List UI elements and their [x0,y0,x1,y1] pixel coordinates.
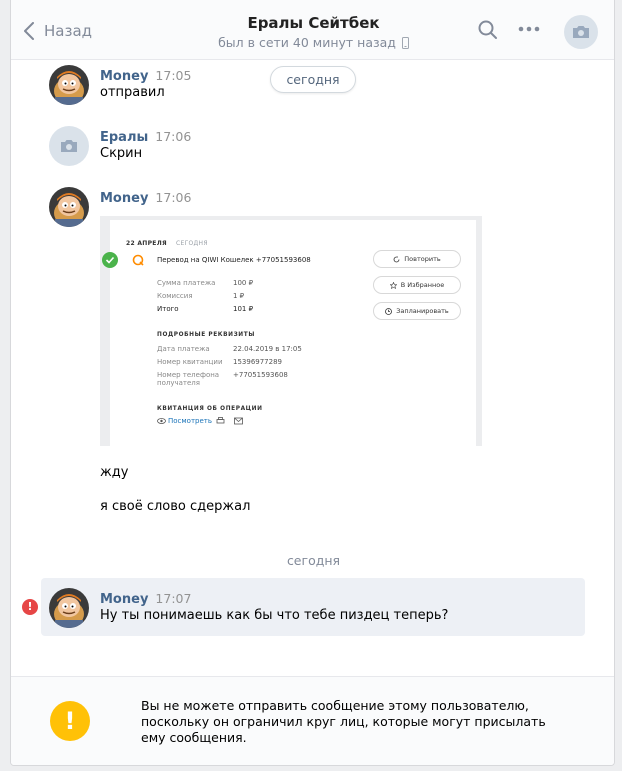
back-button[interactable]: Назад [24,19,92,43]
warning-icon: ! [50,701,90,741]
chat-title: Ералы Сейтбек [247,14,380,32]
avatar[interactable] [49,187,89,227]
detail-label: Номер квитанции [157,358,223,366]
chat-status: был в сети 40 минут назад [218,35,409,51]
last-seen-text: был в сети 40 минут назад [218,35,396,50]
chat-title-block[interactable]: Ералы Сейтбек был в сети 40 минут назад [161,14,466,51]
composer-blocked-notice: ! Вы не можете отправить сообщение этому… [11,676,614,765]
message-text: Скрин [100,146,143,161]
message-text: жду [100,465,129,480]
avatar[interactable] [49,126,89,166]
author-name[interactable]: Ералы [100,130,148,145]
author-name[interactable]: Money [100,69,148,84]
selected-message-highlight[interactable] [41,578,585,636]
cartman-avatar-icon [49,65,89,105]
message-text: отправил [100,85,165,100]
notice-text: Вы не можете отправить сообщение этому п… [141,698,546,745]
detail-value: 22.04.2019 в 17:05 [233,345,302,353]
message-text: Ну ты понимаешь как бы что тебе пиздец т… [100,608,449,623]
detail-label: Номер телефона [157,371,220,379]
message-text: я своё слово сдержал [100,499,251,514]
row-label: Комиссия [157,292,193,300]
date-divider: сегодня [286,553,341,568]
search-icon[interactable] [478,20,498,40]
receipt-date: 22 АПРЕЛЯ [126,240,167,247]
avatar[interactable] [49,588,89,628]
mobile-icon [401,37,409,49]
row-value: 1 ₽ [233,292,245,300]
message-time[interactable]: 17:06 [155,190,191,205]
mail-icon[interactable] [234,417,243,425]
schedule-button[interactable]: Запланировать [373,302,461,320]
camera-icon [573,26,589,38]
author-name[interactable]: Money [100,592,148,607]
detail-value: +77051593608 [233,371,288,379]
cartman-avatar-icon [49,187,89,227]
transfer-title: Перевод на QIWI Кошелек +77051593608 [157,256,311,264]
eye-icon [157,418,166,424]
schedule-label: Запланировать [396,307,449,315]
receipt-section-title: КВИТАНЦИЯ ОБ ОПЕРАЦИИ [157,406,263,412]
camera-icon [61,140,77,152]
row-value: 100 ₽ [233,279,254,287]
message-time[interactable]: 17:06 [155,129,191,144]
message-header: Ералы 17:06 [100,126,191,145]
back-label: Назад [44,22,93,40]
favorite-button[interactable]: В Избранное [373,276,461,294]
more-icon[interactable] [518,26,540,32]
message-time[interactable]: 17:07 [155,591,191,606]
receipt-date-row: 22 АПРЕЛЯ СЕГОДНЯ [126,230,208,249]
chat-window: Назад Ералы Сейтбек был в сети 40 минут … [10,0,615,766]
row-value: 101 ₽ [233,305,254,313]
print-icon[interactable] [216,417,225,425]
qiwi-logo-icon [132,254,144,266]
error-icon[interactable]: ! [22,599,38,615]
contact-avatar[interactable] [564,15,598,49]
repeat-icon [393,256,400,262]
message-time[interactable]: 17:05 [155,68,191,83]
details-title: ПОДРОБНЫЕ РЕКВИЗИТЫ [157,332,255,338]
date-pill[interactable]: сегодня [270,66,356,93]
row-label: Сумма платежа [157,279,216,287]
message-header: Money 17:07 [100,588,191,607]
row-label: Итого [157,305,179,313]
author-name[interactable]: Money [100,191,148,206]
qiwi-receipt: 22 АПРЕЛЯ СЕГОДНЯ Перевод на QIWI Кошеле… [102,220,476,446]
repeat-button[interactable]: Повторить [373,250,461,268]
repeat-label: Повторить [404,255,441,263]
avatar[interactable] [49,65,89,105]
message-header: Money 17:05 [100,65,191,84]
favorite-label: В Избранное [400,281,445,289]
receipt-today: СЕГОДНЯ [176,240,208,247]
view-receipt-link[interactable]: Посмотреть [168,417,212,425]
clock-icon [385,307,393,315]
star-icon [389,281,397,289]
detail-value: 15396977289 [233,358,282,366]
cartman-avatar-icon [49,588,89,628]
chat-header: Назад Ералы Сейтбек был в сети 40 минут … [11,0,614,60]
check-icon [102,252,118,268]
photo-attachment[interactable]: 22 АПРЕЛЯ СЕГОДНЯ Перевод на QIWI Кошеле… [100,216,482,446]
message-header: Money 17:06 [100,187,191,206]
chevron-left-icon [24,22,34,40]
detail-label: Дата платежа [157,345,210,353]
detail-label-line2: получателя [157,379,200,387]
